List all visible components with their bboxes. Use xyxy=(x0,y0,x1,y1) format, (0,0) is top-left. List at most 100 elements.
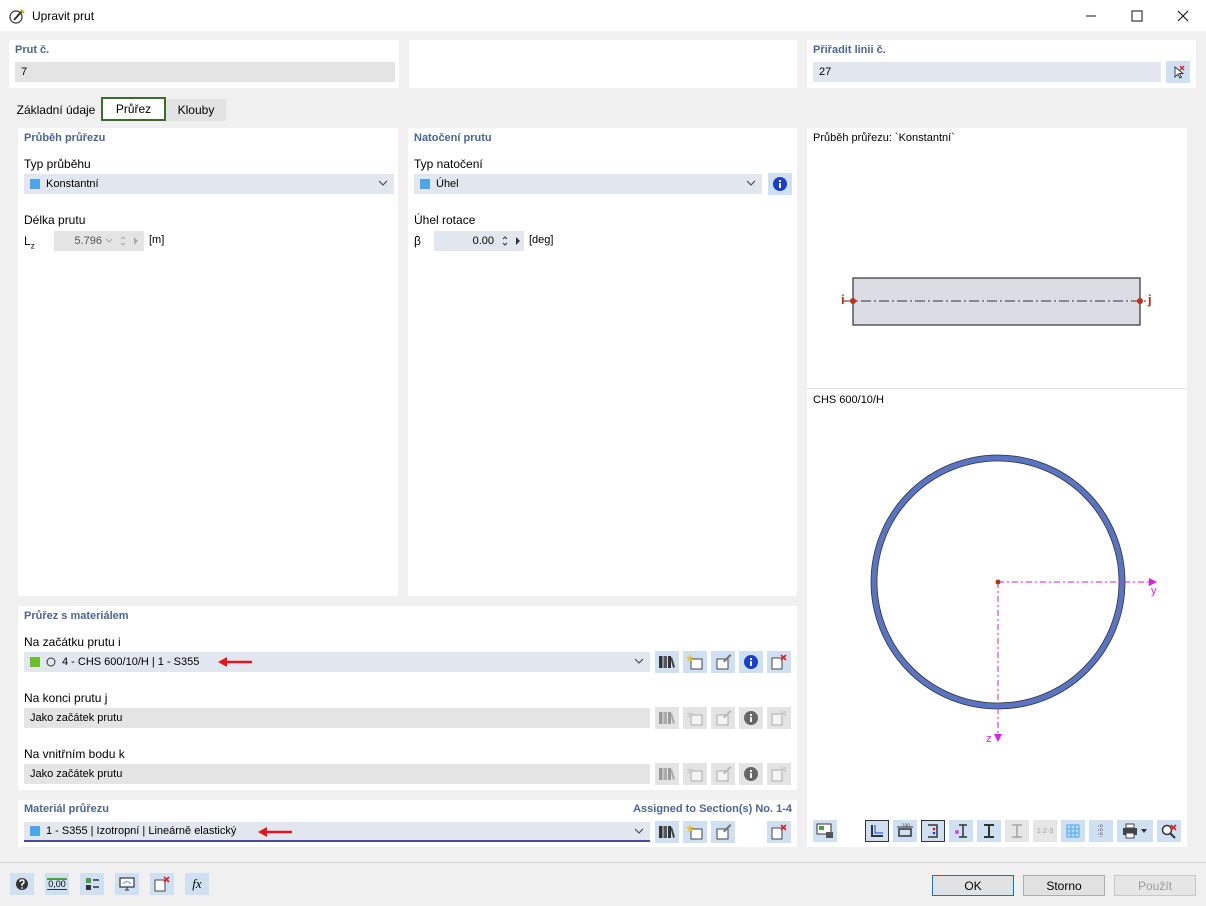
delete-item-icon xyxy=(771,766,787,782)
delete-item-icon xyxy=(154,876,170,892)
node-i-label: i xyxy=(841,292,845,307)
tab-hinges[interactable]: Klouby xyxy=(166,99,226,121)
edit-section-button[interactable] xyxy=(711,651,735,673)
formula-icon: fx xyxy=(192,876,202,891)
angle-symbol: β xyxy=(414,234,421,248)
dimension-button[interactable] xyxy=(865,820,889,842)
section-parts-icon xyxy=(955,824,967,838)
info-icon xyxy=(744,711,758,725)
variation-type-value: Konstantní xyxy=(46,178,99,190)
new-material-button[interactable] xyxy=(683,821,707,843)
circle-section-icon xyxy=(46,657,56,667)
stress-points-icon xyxy=(928,824,938,838)
footer-divider xyxy=(0,862,1206,863)
member-elevation-drawing xyxy=(843,277,1150,326)
print-button[interactable] xyxy=(1117,820,1153,842)
section-variation-title: Průběh průřezu xyxy=(24,132,106,144)
ok-button[interactable]: OK xyxy=(932,875,1014,896)
tab-basic[interactable]: Základní údaje xyxy=(11,99,101,121)
start-section-label: Na začátku prutu i xyxy=(24,635,121,649)
red-arrow-icon xyxy=(218,657,252,667)
minimize-icon xyxy=(1086,15,1096,16)
tab-section[interactable]: Průřez xyxy=(101,97,166,121)
inner-info-button xyxy=(739,763,763,785)
close-button[interactable] xyxy=(1160,0,1206,31)
delete-section-button[interactable] xyxy=(767,651,791,673)
section-library-button[interactable] xyxy=(655,651,679,673)
variation-type-select[interactable]: Konstantní xyxy=(24,174,394,194)
view-button[interactable] xyxy=(115,873,139,895)
start-section-select[interactable]: 4 - CHS 600/10/H | 1 - S355 xyxy=(24,652,650,672)
formula-button[interactable]: fx xyxy=(185,873,209,895)
new-item-icon xyxy=(686,710,703,726)
measure-icon: 100 xyxy=(897,823,913,837)
help-button[interactable] xyxy=(10,873,34,895)
end-library-button xyxy=(655,707,679,729)
angle-spinner-icon[interactable] xyxy=(500,234,524,248)
reset-view-button[interactable] xyxy=(1157,820,1181,842)
end-edit-button xyxy=(711,707,735,729)
pick-line-button[interactable] xyxy=(1166,61,1190,83)
rotation-info-button[interactable] xyxy=(768,173,792,195)
chevron-down-icon xyxy=(378,180,388,186)
app-icon xyxy=(9,9,25,24)
rotation-type-value: Úhel xyxy=(436,178,459,190)
new-section-button[interactable] xyxy=(683,651,707,673)
inner-delete-button xyxy=(767,763,791,785)
minimize-button[interactable] xyxy=(1068,0,1114,31)
dotted-axis-icon xyxy=(1098,824,1104,838)
axis-z-label: z xyxy=(986,733,992,745)
assigned-sections-label: Assigned to Section(s) No. 1-4 xyxy=(633,803,792,815)
material-title: Materiál průřezu xyxy=(24,803,109,815)
dim-values-button[interactable]: 100 xyxy=(893,820,917,842)
line-number-input[interactable]: 27 xyxy=(813,62,1161,82)
info-icon xyxy=(773,177,787,191)
end-new-button xyxy=(683,707,707,729)
section-info-button[interactable] xyxy=(739,651,763,673)
axis-y-label: y xyxy=(1151,585,1157,597)
node-j-label: j xyxy=(1148,292,1152,307)
delete-material-button[interactable] xyxy=(767,821,791,843)
cells-button[interactable] xyxy=(949,820,973,842)
chevron-down-icon xyxy=(634,658,644,664)
rotation-type-select[interactable]: Úhel xyxy=(414,174,762,194)
delete-item-icon xyxy=(771,654,787,670)
stress-points-button[interactable] xyxy=(921,820,945,842)
green-square-icon xyxy=(30,657,40,667)
end-section-field: Jako začátek prutu xyxy=(24,708,650,728)
view-options-button[interactable] xyxy=(813,820,837,842)
angle-unit: [deg] xyxy=(529,234,554,246)
units-button[interactable]: 0,00 xyxy=(45,873,69,895)
material-library-button[interactable] xyxy=(655,821,679,843)
edit-material-button[interactable] xyxy=(711,821,735,843)
printer-icon xyxy=(1123,823,1147,839)
i-section-outline-button xyxy=(1005,820,1029,842)
axes-button[interactable] xyxy=(1089,820,1113,842)
properties-icon xyxy=(86,878,99,890)
red-arrow-icon xyxy=(258,827,292,837)
chevron-down-icon xyxy=(634,828,644,834)
clear-button[interactable] xyxy=(150,873,174,895)
cancel-button[interactable]: Storno xyxy=(1023,875,1105,896)
cursor-pick-icon xyxy=(1174,65,1185,79)
properties-button[interactable] xyxy=(80,873,104,895)
material-select[interactable]: 1 - S355 | Izotropní | Lineárně elastick… xyxy=(24,822,650,842)
library-icon xyxy=(659,768,675,780)
length-symbol: Lz xyxy=(24,234,35,250)
length-symbol-l: L xyxy=(24,234,31,248)
start-section-value: 4 - CHS 600/10/H | 1 - S355 xyxy=(62,656,200,668)
angle-label: Úhel rotace xyxy=(414,213,476,227)
chevron-down-icon xyxy=(746,180,756,186)
length-symbol-sub: z xyxy=(30,241,35,251)
edit-item-icon xyxy=(716,766,732,782)
svg-text:100: 100 xyxy=(902,823,910,828)
end-section-label: Na konci prutu j xyxy=(24,691,108,705)
blue-square-icon xyxy=(30,179,40,189)
blue-square-icon xyxy=(30,826,40,836)
maximize-icon xyxy=(1131,10,1143,21)
maximize-button[interactable] xyxy=(1114,0,1160,31)
i-section-button[interactable] xyxy=(977,820,1001,842)
material-panel: Materiál průřezu Assigned to Section(s) … xyxy=(18,800,797,847)
display-settings-icon xyxy=(816,823,833,838)
grid-button[interactable] xyxy=(1061,820,1085,842)
